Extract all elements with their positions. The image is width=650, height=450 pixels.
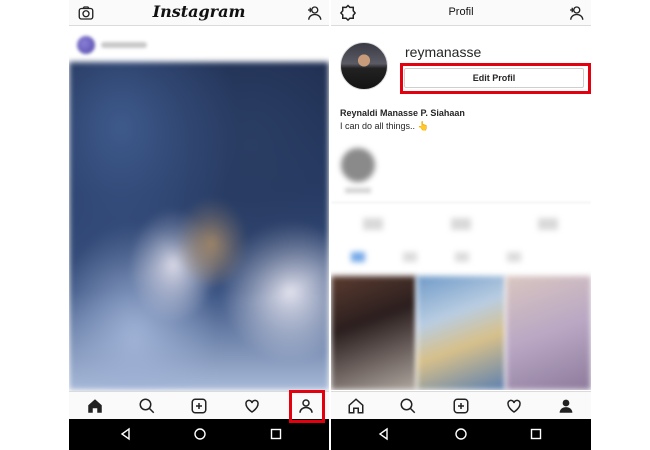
post-image-blurred[interactable] bbox=[69, 62, 329, 390]
stat-blurred[interactable] bbox=[451, 218, 471, 230]
add-person-icon[interactable] bbox=[305, 4, 323, 22]
profile-icon[interactable] bbox=[557, 397, 575, 415]
post-author-name-blurred[interactable] bbox=[101, 42, 147, 48]
home-circle-icon[interactable] bbox=[454, 427, 468, 441]
profile-avatar[interactable] bbox=[340, 42, 388, 90]
post-thumbnail[interactable] bbox=[417, 276, 505, 390]
grid-tab-blurred[interactable] bbox=[351, 252, 365, 262]
profile-bio: I can do all things.. 👆 bbox=[340, 121, 429, 132]
add-post-icon[interactable] bbox=[190, 397, 208, 415]
profile-bottom-nav bbox=[331, 391, 591, 419]
pointing-up-emoji: 👆 bbox=[417, 121, 429, 131]
profile-full-name: Reynaldi Manasse P. Siahaan bbox=[340, 108, 465, 118]
post-thumbnail[interactable] bbox=[331, 276, 416, 390]
tagged-tab-blurred[interactable] bbox=[455, 252, 469, 262]
divider bbox=[331, 202, 591, 203]
post-header bbox=[69, 32, 329, 58]
search-icon[interactable] bbox=[138, 397, 156, 415]
profile-username: reymanasse bbox=[405, 44, 482, 60]
saved-tab-blurred[interactable] bbox=[507, 252, 521, 262]
story-highlight-label-blurred bbox=[345, 188, 371, 193]
heart-icon[interactable] bbox=[505, 397, 523, 415]
story-highlight-blurred[interactable] bbox=[341, 148, 375, 182]
recents-icon[interactable] bbox=[529, 427, 543, 441]
profile-content-blurred bbox=[331, 140, 591, 390]
post-thumbnail[interactable] bbox=[506, 276, 591, 390]
stat-blurred[interactable] bbox=[538, 218, 558, 230]
post-author-avatar[interactable] bbox=[77, 36, 95, 54]
profile-top-bar: Profil bbox=[331, 0, 591, 26]
system-nav-bar bbox=[69, 419, 329, 450]
add-person-icon[interactable] bbox=[567, 4, 585, 22]
edit-profile-highlight bbox=[400, 63, 591, 94]
page-title: Profil bbox=[448, 6, 474, 18]
home-icon[interactable] bbox=[86, 397, 104, 415]
back-icon[interactable] bbox=[377, 427, 391, 441]
list-tab-blurred[interactable] bbox=[403, 252, 417, 262]
home-circle-icon[interactable] bbox=[193, 427, 207, 441]
feed-screen: Instagram bbox=[69, 0, 329, 450]
system-nav-bar bbox=[331, 419, 591, 450]
feed-top-bar: Instagram bbox=[69, 0, 329, 26]
app-logo-title: Instagram bbox=[152, 2, 246, 21]
heart-icon[interactable] bbox=[243, 397, 261, 415]
profile-bio-text: I can do all things.. bbox=[340, 121, 416, 131]
screenshot-composite: Instagram Profil reymanasse Edit Profil … bbox=[0, 0, 650, 450]
home-icon[interactable] bbox=[347, 397, 365, 415]
add-post-icon[interactable] bbox=[452, 397, 470, 415]
stat-blurred[interactable] bbox=[363, 218, 383, 230]
recents-icon[interactable] bbox=[269, 427, 283, 441]
profile-tab-highlight bbox=[289, 390, 325, 423]
search-icon[interactable] bbox=[399, 397, 417, 415]
back-icon[interactable] bbox=[119, 427, 133, 441]
